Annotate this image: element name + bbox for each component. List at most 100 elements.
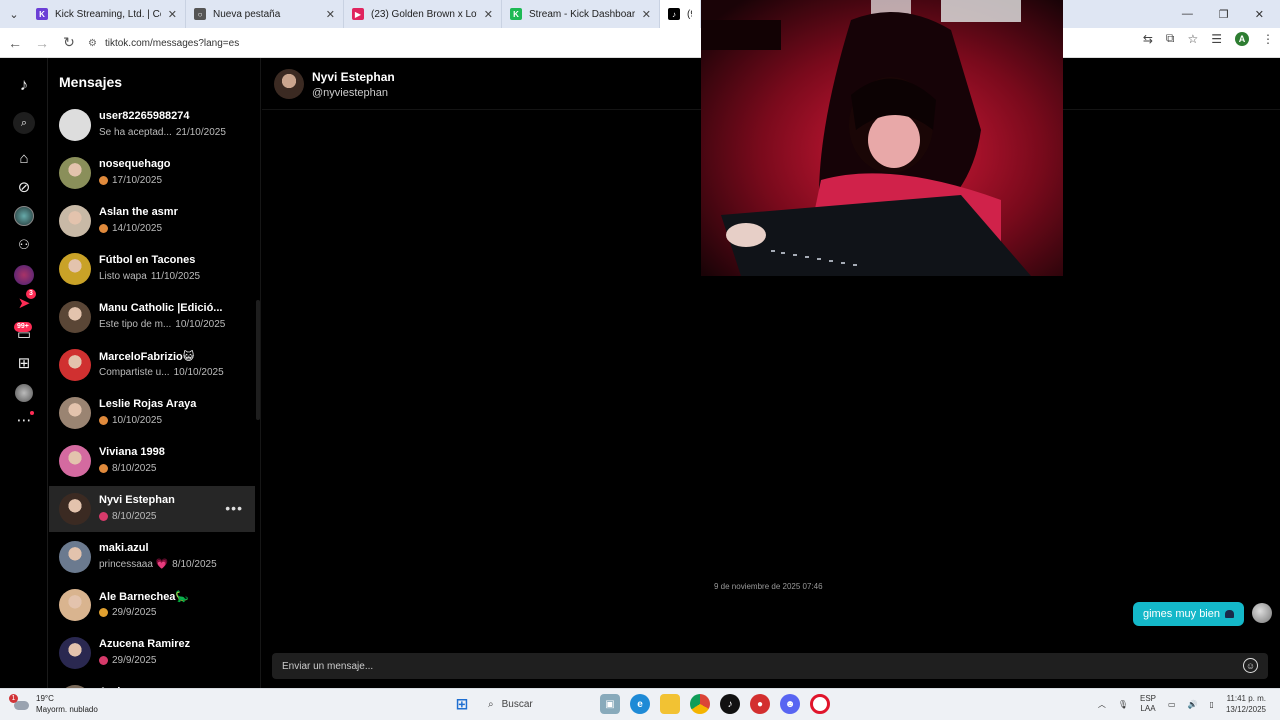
browser-tab[interactable]: ♪ (99+) (660, 0, 700, 28)
message-input[interactable] (282, 658, 1222, 674)
conversation-avatar (59, 589, 91, 621)
language-indicator[interactable]: ESP LAA (1140, 694, 1156, 714)
browser-menu-icon[interactable]: ⋮ (1262, 32, 1274, 46)
messages-icon[interactable]: ➤ 3 (12, 289, 36, 315)
home-icon[interactable]: ⌂ (12, 146, 36, 170)
browser-tab[interactable]: ▶ (23) Golden Brown x Love Story ✕ (344, 0, 502, 28)
conversation-item[interactable]: Fútbol en Tacones Listo wapa 11/10/2025 (49, 246, 255, 292)
install-app-icon[interactable]: ⧉ (1166, 31, 1175, 46)
chat-contact-name[interactable]: Nyvi Estephan (312, 70, 395, 84)
close-window-icon[interactable]: ✕ (1255, 8, 1264, 21)
minimize-icon[interactable]: — (1182, 8, 1193, 20)
tiktok-logo-icon[interactable]: ♪ (12, 73, 36, 97)
conversation-item[interactable]: Andrea (49, 678, 255, 688)
bookmark-star-icon[interactable]: ☆ (1187, 32, 1198, 46)
task-view-icon[interactable]: ▣ (600, 694, 620, 714)
tiktok-app-icon[interactable]: ♪ (720, 694, 740, 714)
browser-tab[interactable]: ○ Nueva pestaña ✕ (186, 0, 344, 28)
clock[interactable]: 11:41 p. m. 13/12/2025 (1226, 693, 1266, 715)
tab-title: Kick Streaming, Ltd. | Configura (55, 8, 161, 20)
tab-close-icon[interactable]: ✕ (168, 8, 177, 21)
conversation-preview: Listo wapa (99, 271, 147, 282)
conversation-name: Nyvi Estephan (99, 494, 175, 506)
conversation-avatar (59, 445, 91, 477)
friends-icon[interactable]: ⚇ (12, 233, 36, 257)
discord-icon[interactable]: ☻ (780, 694, 800, 714)
system-tray: ︿ 🎙 ESP LAA ▭ 🔊 ▯ 11:41 p. m. 13/12/2025 (1098, 693, 1266, 715)
battery-icon[interactable]: ▯ (1210, 700, 1214, 709)
conversation-avatar (59, 157, 91, 189)
conversation-name: Viviana 1998 (99, 446, 165, 458)
message-composer: ☺ (272, 653, 1268, 679)
conversation-item[interactable]: nosequehago 17/10/2025 (49, 150, 255, 196)
browser-tab[interactable]: K Kick Streaming, Ltd. | Configura ✕ (28, 0, 186, 28)
tray-chevron-icon[interactable]: ︿ (1098, 699, 1106, 710)
conversation-name: Manu Catholic |Edició... (99, 302, 223, 314)
explore-icon[interactable]: ⊘ (12, 175, 36, 199)
conversation-date: 8/10/2025 (172, 559, 217, 570)
tab-favicon-icon: ○ (194, 8, 206, 20)
chrome-icon[interactable] (690, 694, 710, 714)
emoji-picker-icon[interactable]: ☺ (1243, 658, 1258, 673)
conversation-scrollbar[interactable] (256, 300, 260, 420)
tab-favicon-icon: K (510, 8, 522, 20)
messages-badge: 3 (26, 289, 36, 299)
tab-search-icon[interactable]: ⌄ (0, 0, 28, 28)
conversation-item[interactable]: MarceloFabrizio😺 Compartiste u... 10/10/20… (49, 342, 255, 388)
conversation-item[interactable]: user82265988274 Se ha aceptad... 21/10/202… (49, 102, 255, 148)
network-icon[interactable]: ▭ (1168, 700, 1176, 709)
more-options-icon[interactable]: ••• (225, 500, 243, 516)
upload-icon[interactable]: ⊞ (12, 351, 36, 375)
tab-close-icon[interactable]: ✕ (484, 8, 493, 21)
conversation-date: 10/10/2025 (173, 367, 224, 378)
search-icon[interactable]: ⌕ (12, 111, 36, 135)
volume-icon[interactable]: 🔊 (1188, 700, 1198, 709)
translate-icon[interactable]: ⇆ (1143, 32, 1153, 46)
message-timestamp: 9 de noviembre de 2025 07:46 (714, 582, 823, 591)
live-icon[interactable] (12, 263, 36, 287)
following-avatar-icon[interactable] (12, 204, 36, 228)
picture-in-picture-video[interactable] (701, 0, 1063, 276)
chat-contact-avatar[interactable] (274, 69, 304, 99)
profile-avatar[interactable]: A (1235, 31, 1249, 46)
tab-close-icon[interactable]: ✕ (326, 8, 335, 21)
profile-avatar-icon[interactable] (12, 381, 36, 405)
extensions-icon[interactable]: ☰ (1211, 32, 1222, 46)
lang-primary: ESP (1140, 694, 1157, 703)
opera-icon[interactable] (810, 694, 830, 714)
address-bar[interactable]: ⚙ tiktok.com/messages?lang=es (82, 32, 700, 54)
conversation-avatar (59, 541, 91, 573)
file-explorer-icon[interactable] (660, 694, 680, 714)
more-icon[interactable]: ⋯ (12, 408, 36, 432)
conversation-preview: Se ha aceptad... (99, 127, 172, 138)
conversation-item[interactable]: Ale Barnechea🦕 29/9/2025 (49, 582, 255, 628)
app-red-icon[interactable]: ● (750, 694, 770, 714)
start-button-icon[interactable]: ⊞ (452, 694, 472, 714)
browser-tab[interactable]: K Stream - Kick Dashboard ✕ (502, 0, 660, 28)
tab-close-icon[interactable]: ✕ (642, 8, 651, 21)
conversation-item[interactable]: Nyvi Estephan 8/10/2025 ••• (49, 486, 255, 532)
weather-widget[interactable]: 1 19°C Mayorm. nublado (9, 693, 98, 715)
conversation-item[interactable]: Viviana 1998 8/10/2025 (49, 438, 255, 484)
restore-icon[interactable]: ❐ (1219, 8, 1229, 21)
conversation-item[interactable]: Aslan the asmr 14/10/2025 (49, 198, 255, 244)
conversation-item[interactable]: maki.azul princessaaa 💗 8/10/2025 (49, 534, 255, 580)
microphone-icon[interactable]: 🎙 (1118, 700, 1128, 709)
conversation-item[interactable]: Leslie Rojas Araya 10/10/2025 (49, 390, 255, 436)
site-info-icon[interactable]: ⚙ (88, 38, 97, 49)
edge-icon[interactable]: e (630, 694, 650, 714)
lang-secondary: LAA (1140, 704, 1156, 713)
conversation-item[interactable]: Manu Catholic |Edició... Este tipo de m..… (49, 294, 255, 340)
conversation-date: 29/9/2025 (112, 655, 157, 666)
forward-icon[interactable]: → (30, 31, 54, 55)
message-text: gimes muy bien (1142, 608, 1220, 620)
back-icon[interactable]: ← (3, 31, 27, 55)
conversation-avatar (59, 253, 91, 285)
reload-icon[interactable]: ↻ (57, 31, 81, 55)
conversation-item[interactable]: Azucena Ramirez 29/9/2025 (49, 630, 255, 676)
inbox-icon[interactable]: ▭ 99+ (12, 322, 36, 346)
sent-message-bubble[interactable]: gimes muy bien (1132, 602, 1244, 626)
conversation-avatar (59, 301, 91, 333)
conversation-name: Leslie Rojas Araya (99, 398, 197, 410)
taskbar-search[interactable]: ⌕ Buscar (482, 693, 590, 715)
